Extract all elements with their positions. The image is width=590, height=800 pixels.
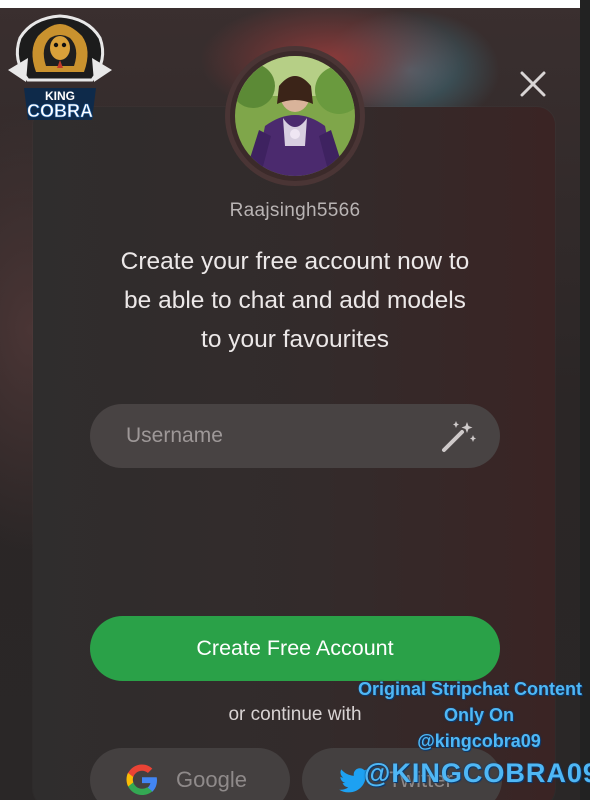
google-label: Google xyxy=(176,767,247,792)
king-cobra-logo: KING COBRA xyxy=(8,14,112,121)
headline-line: Create your free account now to xyxy=(120,248,470,275)
watermark-line: @kingcobra09 xyxy=(417,731,541,751)
close-button[interactable] xyxy=(513,64,553,104)
magic-wand-icon[interactable] xyxy=(440,420,476,454)
signup-headline: Create your free account now to be able … xyxy=(90,242,500,359)
avatar-frame xyxy=(225,46,365,186)
avatar xyxy=(235,56,355,176)
username-input[interactable] xyxy=(90,404,500,468)
watermark-line: Only On xyxy=(443,705,514,725)
model-username: Raajsingh5566 xyxy=(229,200,361,221)
google-login-button[interactable]: Google xyxy=(90,748,290,800)
top-edge xyxy=(0,0,590,8)
headline-line: to your favourites xyxy=(201,326,389,353)
username-field-wrap xyxy=(90,404,500,468)
watermark-handle: @KINGCOBRA09 xyxy=(364,758,590,788)
close-icon xyxy=(520,71,546,97)
google-icon xyxy=(126,764,157,795)
continue-with-text: or continue with xyxy=(228,704,362,725)
headline-line: be able to chat and add models xyxy=(124,287,466,314)
logo-text-cobra: COBRA xyxy=(27,101,93,121)
create-free-account-button[interactable]: Create Free Account xyxy=(90,616,500,681)
watermark-line: Original Stripchat Content xyxy=(357,679,582,699)
